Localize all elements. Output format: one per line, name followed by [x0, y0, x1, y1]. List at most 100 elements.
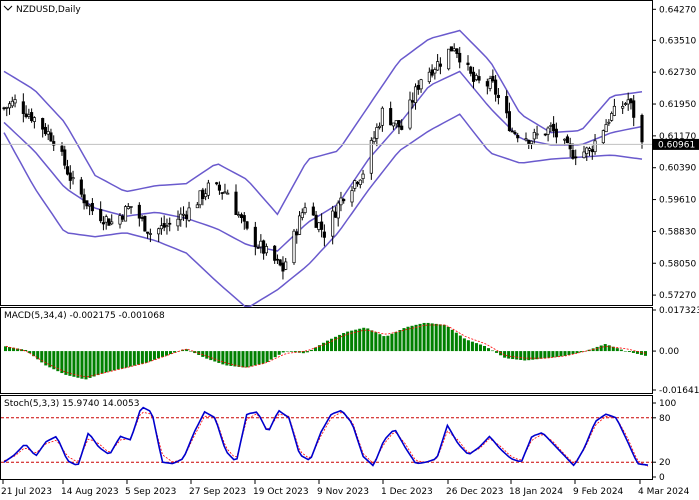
macd-bar [543, 351, 547, 359]
macd-bar [136, 351, 140, 365]
macd-bar [382, 336, 386, 352]
macd-bar [237, 351, 241, 367]
candle-body [601, 130, 605, 144]
candle-body [159, 225, 163, 230]
candle-body [278, 259, 282, 266]
macd-bar [402, 328, 406, 352]
candle-body [510, 130, 514, 133]
candle-body [239, 214, 244, 218]
time-axis-label: 14 Aug 2023 [61, 487, 119, 497]
macd-bar [414, 324, 418, 352]
macd-bar [374, 332, 378, 352]
stoch-axis: 100 80 20 0 [652, 399, 676, 483]
candle-body [143, 215, 147, 232]
candle-body [612, 105, 616, 116]
candle-body [253, 226, 257, 247]
candle-body [524, 138, 528, 141]
candle-body [389, 108, 393, 126]
macd-bar [563, 351, 567, 356]
candle-body [314, 214, 318, 228]
macd-bar [507, 351, 511, 359]
candle-body [226, 192, 230, 195]
candle-body [234, 191, 238, 215]
macd-bar [120, 351, 124, 369]
macd-bar [241, 351, 245, 368]
macd-bar [229, 351, 233, 366]
macd-bar [124, 351, 128, 368]
candle-body [82, 194, 86, 204]
candle-body [552, 123, 556, 132]
price-axis-label: 0.58050 [659, 259, 696, 269]
macd-bar [213, 351, 217, 362]
time-axis-label: 19 Oct 2023 [253, 487, 309, 497]
candle-body [284, 261, 288, 270]
macd-bar [285, 351, 289, 352]
chart-canvas: NZDUSD,Daily 0.64270 0.63510 0.62730 0.6195… [0, 0, 699, 497]
candle-body [355, 182, 360, 185]
macd-bar [466, 340, 470, 352]
time-axis: 21 Jul 2023 14 Aug 2023 5 Sep 2023 27 Sep 2… [1, 480, 690, 497]
candle-body [604, 124, 608, 133]
macd-bar [442, 324, 446, 352]
macd-bar [603, 344, 607, 352]
macd-bar [559, 351, 563, 357]
candle-body [397, 120, 401, 128]
macd-bar [575, 351, 579, 354]
macd-bar [422, 322, 426, 352]
candle-body [394, 120, 398, 125]
candle-body [505, 96, 509, 114]
candle-body [585, 147, 589, 154]
candle-body [123, 206, 128, 222]
macd-bar [144, 351, 148, 363]
macd-bar [265, 351, 269, 362]
macd-bar [305, 351, 309, 353]
macd-bar [76, 351, 80, 378]
candle-body [179, 213, 183, 221]
candle-body [137, 204, 141, 219]
candle-body [30, 112, 34, 122]
macd-bar [482, 345, 486, 352]
time-axis-label: 1 Dec 2023 [381, 487, 433, 497]
candle-body [21, 101, 25, 114]
macd-bar [394, 331, 398, 352]
candle-body [13, 99, 17, 104]
macd-bar [499, 351, 503, 356]
macd-bar [567, 351, 571, 355]
macd-bar [108, 351, 112, 372]
macd-bar [44, 351, 48, 366]
candle-body [590, 149, 594, 153]
price-axis-label: 0.59610 [659, 196, 696, 206]
candle-body [206, 182, 210, 196]
macd-bar [221, 351, 225, 365]
candle-body [582, 151, 586, 159]
candle-body [303, 207, 307, 213]
price-axis-label: 0.57270 [659, 291, 696, 301]
price-axis-label: 0.62730 [659, 68, 696, 78]
candle-body [452, 48, 456, 52]
macd-bar [261, 351, 265, 364]
macd-bar [116, 351, 120, 370]
candle-body [320, 221, 324, 230]
candle-body [496, 94, 500, 98]
candle-body [201, 189, 205, 200]
candle-body [126, 206, 130, 209]
candle-body [391, 122, 395, 127]
candle-body [543, 133, 547, 136]
price-axis-label: 0.58830 [659, 227, 696, 237]
candle-body [358, 179, 362, 185]
candle-body [507, 111, 511, 132]
candle-body [322, 231, 326, 238]
candle-body [607, 121, 611, 124]
macd-bar [478, 344, 482, 352]
macd-bar [269, 351, 273, 360]
time-axis-label: 9 Nov 2023 [317, 487, 369, 497]
candle-body [68, 172, 72, 181]
macd-bar [277, 351, 281, 355]
candle-body [237, 214, 241, 217]
candle-body [333, 211, 337, 218]
time-axis-label: 9 Feb 2024 [573, 487, 624, 497]
macd-bar [438, 324, 442, 352]
macd-bar [253, 351, 257, 366]
candle-body [342, 198, 346, 202]
current-price-label: 0.60961 [658, 140, 695, 150]
